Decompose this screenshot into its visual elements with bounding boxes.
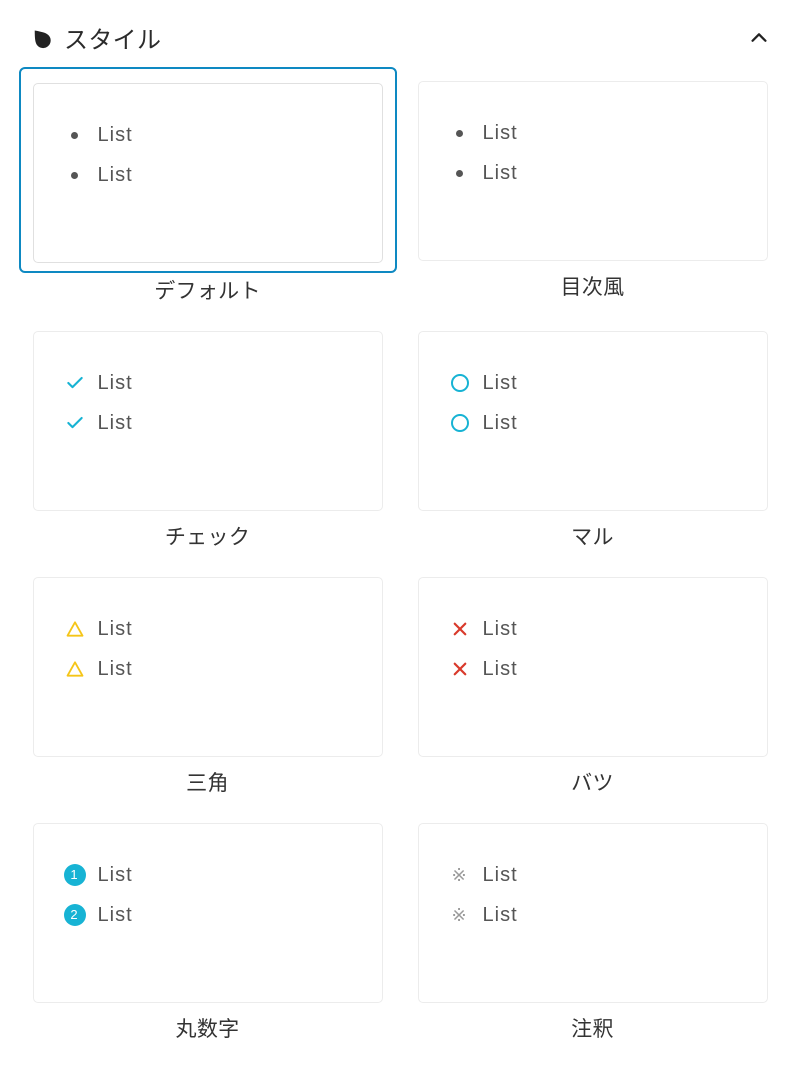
panel-header[interactable]: スタイル [28, 20, 772, 55]
preview-wrap: List List [418, 577, 768, 757]
list-item-text: List [98, 118, 133, 152]
list-item-text: List [483, 156, 518, 190]
list-item: ※ List [449, 858, 737, 892]
list-item: List [64, 406, 352, 440]
list-item-text: List [98, 158, 133, 192]
list-item-text: List [98, 366, 133, 400]
list-item-text: List [483, 366, 518, 400]
style-option-label: 注釈 [571, 1013, 614, 1043]
style-option-note[interactable]: ※ List ※ List 注釈 [413, 823, 772, 1043]
list-item-text: List [483, 858, 518, 892]
check-icon [64, 372, 86, 394]
style-option-triangle[interactable]: List List 三角 [28, 577, 387, 797]
style-preview-card: List List [33, 83, 383, 263]
list-item: List [449, 366, 737, 400]
style-preview-card: 1 List 2 List [33, 823, 383, 1003]
list-item: List [64, 366, 352, 400]
style-option-label: バツ [571, 767, 614, 797]
chevron-up-icon[interactable] [746, 25, 772, 51]
style-preview-card: ※ List ※ List [418, 823, 768, 1003]
list-item: List [449, 116, 737, 150]
preview-wrap: List List [33, 577, 383, 757]
style-option-label: チェック [165, 521, 250, 551]
list-item: List [64, 652, 352, 686]
style-option-numbered[interactable]: 1 List 2 List 丸数字 [28, 823, 387, 1043]
style-option-cross[interactable]: List List バツ [413, 577, 772, 797]
list-item-text: List [483, 406, 518, 440]
style-preview-card: List List [418, 577, 768, 757]
list-item: List [64, 158, 352, 192]
style-option-circle[interactable]: List List マル [413, 331, 772, 551]
check-icon [64, 412, 86, 434]
style-options-grid: ListListデフォルトListList目次風ListListチェックList… [28, 81, 772, 1043]
list-item: List [449, 612, 737, 646]
preview-wrap: ※ List ※ List [418, 823, 768, 1003]
number-badge-icon: 1 [64, 864, 86, 886]
bullet-dot-icon [449, 162, 471, 184]
preview-wrap: List List [19, 67, 397, 273]
list-item-text: List [483, 116, 518, 150]
number-badge-icon: 2 [64, 904, 86, 926]
bullet-dot-icon [449, 122, 471, 144]
list-item-text: List [98, 652, 133, 686]
panel-title: スタイル [28, 20, 161, 55]
list-item: 1 List [64, 858, 352, 892]
preview-wrap: 1 List 2 List [33, 823, 383, 1003]
list-item: List [64, 118, 352, 152]
list-item-text: List [483, 612, 518, 646]
list-item: List [449, 156, 737, 190]
bullet-dot-icon [64, 164, 86, 186]
cross-icon [449, 618, 471, 640]
list-item-text: List [98, 406, 133, 440]
style-preview-card: List List [418, 331, 768, 511]
list-item: List [449, 406, 737, 440]
style-option-label: 目次風 [561, 271, 625, 301]
circle-icon [449, 412, 471, 434]
list-item-text: List [483, 652, 518, 686]
style-preview-card: List List [418, 81, 768, 261]
list-item-text: List [98, 898, 133, 932]
list-item: List [449, 652, 737, 686]
style-option-label: 丸数字 [176, 1013, 240, 1043]
style-option-check[interactable]: List List チェック [28, 331, 387, 551]
list-item-text: List [98, 612, 133, 646]
triangle-icon [64, 618, 86, 640]
preview-wrap: List List [418, 331, 768, 511]
panel-title-text: スタイル [64, 20, 161, 55]
list-item: 2 List [64, 898, 352, 932]
circle-icon [449, 372, 471, 394]
reference-mark-icon: ※ [449, 864, 471, 886]
bullet-dot-icon [64, 124, 86, 146]
list-item-text: List [483, 898, 518, 932]
reference-mark-icon: ※ [449, 904, 471, 926]
cross-icon [449, 658, 471, 680]
list-item-text: List [98, 858, 133, 892]
style-option-label: 三角 [186, 767, 229, 797]
style-option-label: デフォルト [154, 275, 261, 305]
preview-wrap: List List [418, 81, 768, 261]
preview-wrap: List List [33, 331, 383, 511]
drop-icon [28, 25, 54, 51]
style-preview-card: List List [33, 577, 383, 757]
list-item: ※ List [449, 898, 737, 932]
triangle-icon [64, 658, 86, 680]
style-option-default[interactable]: List List デフォルト [28, 81, 387, 305]
style-preview-card: List List [33, 331, 383, 511]
style-option-label: マル [571, 521, 614, 551]
list-item: List [64, 612, 352, 646]
style-option-toc[interactable]: List List 目次風 [413, 81, 772, 305]
